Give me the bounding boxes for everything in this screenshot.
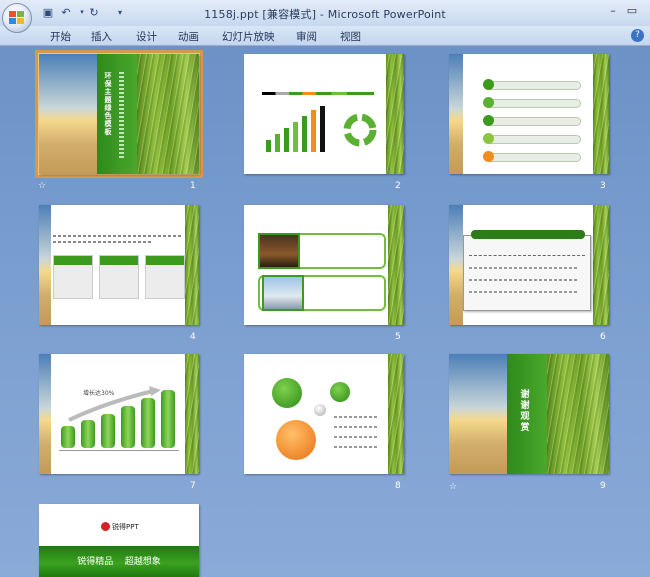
slide-thumbnail-10[interactable]: 锐得PPT 锐得精品 超越想象 xyxy=(39,504,199,577)
slide-thumbnail-7[interactable]: 增长达30% xyxy=(39,354,199,474)
cycle-arrows-icon xyxy=(343,113,377,147)
office-logo-icon xyxy=(9,11,25,25)
slide-10-slogan: 锐得精品 超越想象 xyxy=(77,557,161,567)
slide-number-4: 4 xyxy=(190,332,196,342)
title-bar: ▣ ↶ ▾ ↻ ▾ 1158j.ppt [兼容模式] - Microsoft P… xyxy=(0,0,650,33)
tab-design[interactable]: 设计 xyxy=(136,29,157,44)
help-icon[interactable]: ? xyxy=(631,29,644,42)
slide-thumbnail-5[interactable] xyxy=(244,205,404,325)
maximize-button[interactable]: ▭ xyxy=(625,4,639,17)
tab-view[interactable]: 视图 xyxy=(340,29,361,44)
tab-slideshow[interactable]: 幻灯片放映 xyxy=(222,29,275,44)
transition-icon[interactable]: ☆ xyxy=(38,181,46,191)
slide-number-1: 1 xyxy=(190,181,196,191)
slide-number-5: 5 xyxy=(395,332,401,342)
minimize-button[interactable]: – xyxy=(606,4,620,17)
brand-logo: 锐得PPT xyxy=(112,523,139,531)
slide-number-8: 8 xyxy=(395,481,401,491)
office-button[interactable] xyxy=(2,3,32,33)
slide-sorter[interactable]: 环保主题绿色模板 ☆ 1 2 3 4 5 6 增长达30% 7 8 谢谢观赏 ☆… xyxy=(0,46,650,577)
slide-number-7: 7 xyxy=(190,481,196,491)
slide-thumbnail-1[interactable]: 环保主题绿色模板 xyxy=(39,54,199,174)
tab-animations[interactable]: 动画 xyxy=(178,29,199,44)
slide-1-title: 环保主题绿色模板 xyxy=(104,72,112,136)
slide-9-title: 谢谢观赏 xyxy=(520,390,530,433)
slide-thumbnail-2[interactable] xyxy=(244,54,404,174)
transition-icon[interactable]: ☆ xyxy=(449,482,457,492)
tab-home[interactable]: 开始 xyxy=(50,29,71,44)
slide-thumbnail-6[interactable] xyxy=(449,205,609,325)
slide-number-2: 2 xyxy=(395,181,401,191)
slide-thumbnail-3[interactable] xyxy=(449,54,609,174)
slide-number-3: 3 xyxy=(600,181,606,191)
slide-number-6: 6 xyxy=(600,332,606,342)
window-title: 1158j.ppt [兼容模式] - Microsoft PowerPoint xyxy=(204,8,446,21)
slide-number-9: 9 xyxy=(600,481,606,491)
slide-thumbnail-9[interactable]: 谢谢观赏 xyxy=(449,354,609,474)
ribbon-tabs: 开始 插入 设计 动画 幻灯片放映 审阅 视图 ? xyxy=(0,26,650,46)
slide-thumbnail-8[interactable] xyxy=(244,354,404,474)
tab-review[interactable]: 审阅 xyxy=(296,29,317,44)
tab-insert[interactable]: 插入 xyxy=(91,29,112,44)
slide-thumbnail-4[interactable] xyxy=(39,205,199,325)
